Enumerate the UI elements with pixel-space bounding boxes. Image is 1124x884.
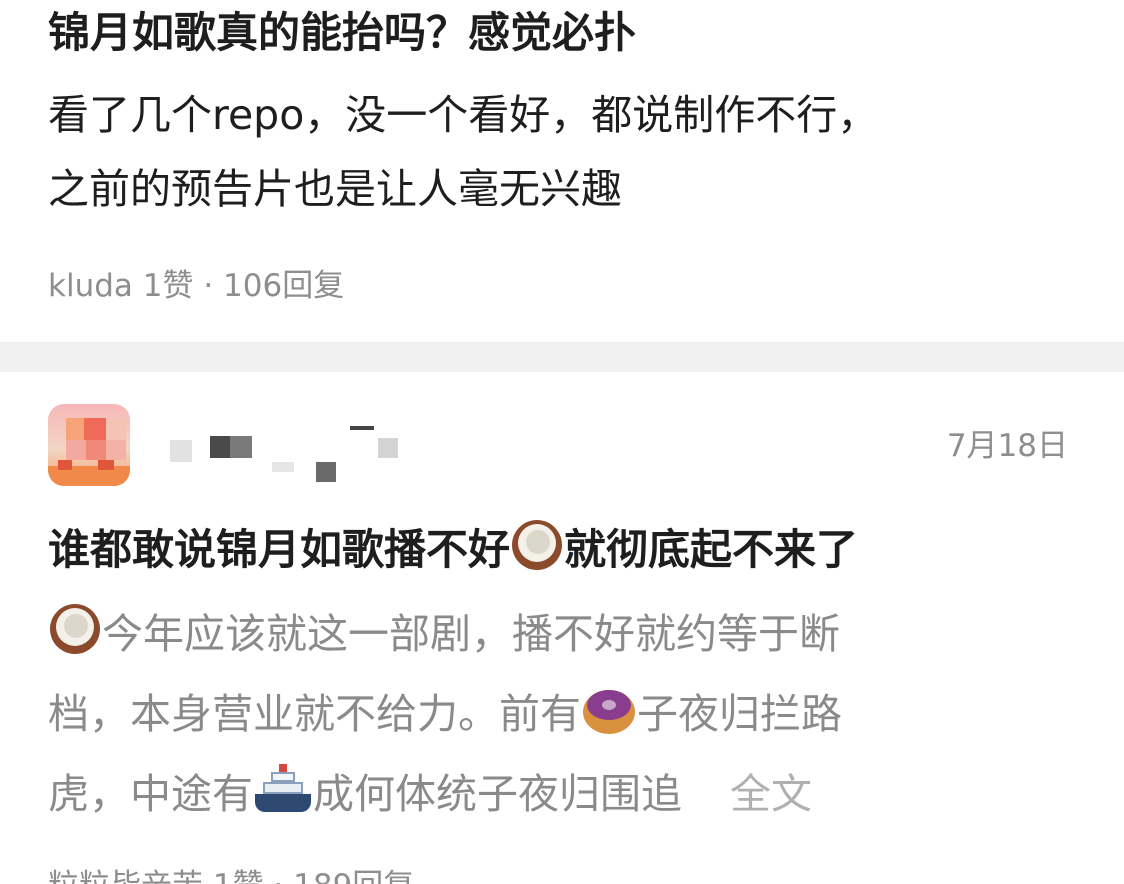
username-obscured[interactable] <box>160 418 420 488</box>
post-body-line: 档，本身营业就不给力。前有 子夜归拦路 <box>48 674 1048 754</box>
post-body-text: 今年应该就这一部剧，播不好就约等于断 <box>102 610 840 658</box>
post-meta: kluda 1赞 · 106回复 <box>48 268 345 304</box>
full-text-link[interactable]: 全文 <box>730 770 812 818</box>
avatar[interactable] <box>48 404 130 486</box>
divider <box>0 342 1124 372</box>
post-title-part: 谁都敢说锦月如歌播不好 <box>48 525 511 574</box>
post-body-line: 今年应该就这一部剧，播不好就约等于断 <box>48 594 1048 674</box>
post-body[interactable]: 今年应该就这一部剧，播不好就约等于断 档，本身营业就不给力。前有 子夜归拦路 虎，… <box>48 594 1048 834</box>
ship-icon <box>255 762 311 814</box>
feed: 锦月如歌真的能抬吗？感觉必扑 看了几个repo，没一个看好，都说制作不行， 之前… <box>0 0 1124 884</box>
post-body-line: 之前的预告片也是让人毫无兴趣 <box>48 165 622 213</box>
post-body-text: 子夜归拦路 <box>637 690 842 738</box>
post-title-part: 就彻底起不来了 <box>564 525 859 574</box>
post-card[interactable]: 锦月如歌真的能抬吗？感觉必扑 看了几个repo，没一个看好，都说制作不行， 之前… <box>0 0 1124 342</box>
post-body-line: 看了几个repo，没一个看好，都说制作不行， <box>48 91 879 139</box>
post-date: 7月18日 <box>946 428 1068 464</box>
coconut-icon <box>512 520 563 570</box>
post-body-text: 虎，中途有 <box>48 770 253 818</box>
post-card[interactable]: 7月18日 谁都敢说锦月如歌播不好 就彻底起不来了 今年应该就这一部剧，播不好就约… <box>0 372 1124 884</box>
post-body-line: 虎，中途有 成何体统子夜归围追 全文 <box>48 754 1048 834</box>
coconut-icon <box>50 604 100 654</box>
post-body[interactable]: 看了几个repo，没一个看好，都说制作不行， 之前的预告片也是让人毫无兴趣 <box>48 78 1088 226</box>
text-fade <box>682 807 722 808</box>
donut-icon <box>583 686 635 734</box>
post-body-text: 档，本身营业就不给力。前有 <box>48 690 581 738</box>
post-title[interactable]: 锦月如歌真的能抬吗？感觉必扑 <box>48 4 1088 62</box>
post-title[interactable]: 谁都敢说锦月如歌播不好 就彻底起不来了 <box>48 520 1098 579</box>
post-body-text: 成何体统子夜归围追 <box>313 770 682 818</box>
post-meta: 粒粒皆辛苦 1赞 · 189回复 <box>48 862 414 884</box>
